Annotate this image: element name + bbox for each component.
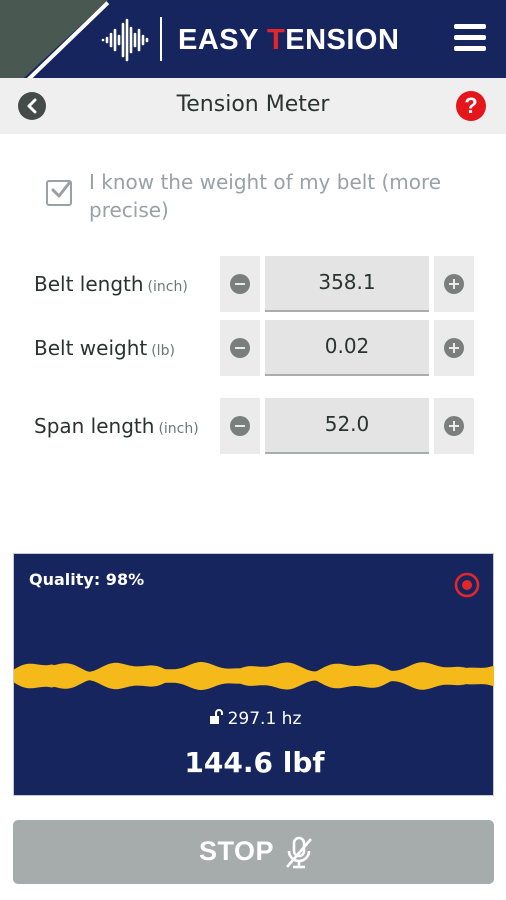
plus-icon: [444, 338, 464, 358]
span-length-row: Span length (inch) 52.0: [0, 398, 506, 454]
belt-length-label: Belt length (inch): [34, 272, 188, 296]
weight-known-checkbox[interactable]: [46, 180, 72, 206]
belt-length-unit: (inch): [147, 279, 188, 295]
minus-icon: [230, 274, 250, 294]
title-bar: Tension Meter ?: [0, 78, 506, 134]
belt-weight-increment-button[interactable]: [434, 320, 474, 376]
span-length-text: Span length: [34, 414, 155, 438]
belt-length-row: Belt length (inch) 358.1: [0, 256, 506, 312]
app-header: EASY TENSION: [0, 0, 506, 78]
belt-length-input[interactable]: 358.1: [265, 256, 429, 312]
tension-meter-screen: EASY TENSION Tension Meter ? I know the …: [0, 0, 506, 900]
microphone-off-icon: [286, 836, 312, 869]
belt-length-text: Belt length: [34, 272, 144, 296]
brand-suffix: ENSION: [285, 24, 400, 56]
belt-weight-text: Belt weight: [34, 336, 148, 360]
plus-icon: [444, 416, 464, 436]
frequency-value: 297.1 hz: [227, 709, 302, 729]
plus-icon: [444, 274, 464, 294]
brand-accent-letter: T: [267, 24, 286, 56]
frequency-readout: 297.1 hz: [14, 709, 495, 729]
header-corner-decoration: [0, 0, 108, 78]
span-length-unit: (inch): [158, 421, 199, 437]
measurement-panel: Quality: 98% 297.1 hz 144.6 lbf: [13, 553, 494, 796]
page-title: Tension Meter: [176, 92, 330, 117]
target-record-icon[interactable]: [454, 572, 480, 598]
stop-button[interactable]: STOP: [13, 820, 494, 884]
unlock-icon: [209, 709, 223, 724]
span-length-decrement-button[interactable]: [220, 398, 260, 454]
brand-name: EASY TENSION: [178, 24, 399, 57]
belt-length-increment-button[interactable]: [434, 256, 474, 312]
weight-known-label: I know the weight of my belt (more preci…: [89, 170, 442, 222]
belt-weight-label: Belt weight (lb): [34, 336, 175, 360]
span-length-input[interactable]: 52.0: [265, 398, 429, 454]
soundwave-logo-icon: [101, 18, 149, 62]
minus-icon: [230, 338, 250, 358]
tension-value: 144.6 lbf: [184, 746, 325, 779]
brand-prefix: EASY: [178, 24, 268, 56]
belt-weight-row: Belt weight (lb) 0.02: [0, 320, 506, 376]
hamburger-menu-icon[interactable]: [454, 24, 488, 52]
span-length-label: Span length (inch): [34, 414, 199, 438]
checkmark-icon: [51, 180, 72, 198]
span-length-increment-button[interactable]: [434, 398, 474, 454]
belt-weight-decrement-button[interactable]: [220, 320, 260, 376]
audio-waveform: [14, 662, 494, 690]
belt-length-decrement-button[interactable]: [220, 256, 260, 312]
quality-readout: Quality: 98%: [29, 570, 145, 589]
minus-icon: [230, 416, 250, 436]
stop-button-label: STOP: [199, 836, 275, 866]
logo-divider: [160, 17, 162, 61]
belt-weight-input[interactable]: 0.02: [265, 320, 429, 376]
help-button[interactable]: ?: [456, 91, 486, 121]
belt-weight-unit: (lb): [151, 343, 175, 359]
